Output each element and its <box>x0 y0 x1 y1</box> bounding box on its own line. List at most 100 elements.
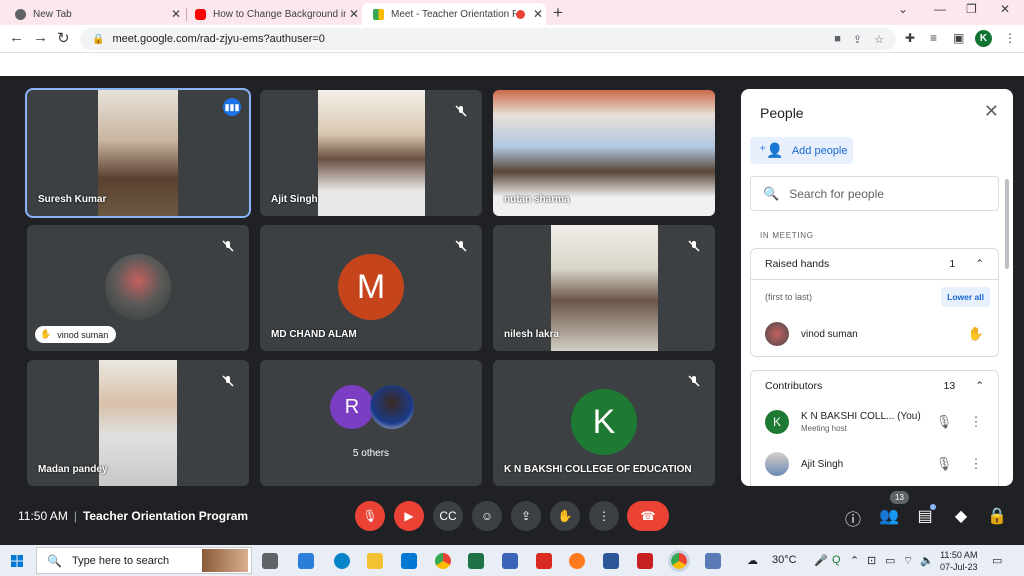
new-tab-button[interactable]: + <box>553 3 563 23</box>
scrollbar[interactable] <box>1005 179 1009 269</box>
battery-icon[interactable]: ▭ <box>885 554 895 567</box>
extensions-icon[interactable]: ✚ <box>905 31 915 45</box>
host-controls-icon[interactable]: 🔒 <box>987 506 1007 526</box>
activities-icon[interactable]: ◆ <box>951 506 971 526</box>
chrome-icon[interactable] <box>435 553 451 569</box>
acrobat-icon[interactable] <box>536 553 552 569</box>
taskbar-clock[interactable]: 11:50 AM 07-Jul-23 <box>940 549 978 573</box>
file-explorer-icon[interactable] <box>367 553 383 569</box>
participant-avatar <box>105 254 171 320</box>
search-icon: 🔍 <box>47 553 62 568</box>
chevron-up-icon: ⌃ <box>975 258 984 270</box>
sidebar-icon[interactable]: ▣ <box>953 31 964 45</box>
tab-search-icon[interactable]: ⌄ <box>898 2 908 16</box>
menu-icon[interactable]: ⋮ <box>1004 31 1016 45</box>
meeting-time: 11:50 AM <box>18 509 68 523</box>
search-icon: 🔍 <box>763 185 780 201</box>
participant-tile[interactable]: ▮▮▮ Suresh Kumar <box>25 88 251 218</box>
more-options-icon[interactable]: ⋮ <box>964 456 988 472</box>
star-icon[interactable]: ☆ <box>874 33 884 46</box>
lower-all-button[interactable]: Lower all <box>941 286 990 307</box>
word-icon[interactable] <box>603 553 619 569</box>
wps-icon[interactable] <box>637 553 653 569</box>
more-options-icon[interactable]: ⋮ <box>964 414 988 430</box>
firefox-icon[interactable] <box>569 553 585 569</box>
volume-icon[interactable]: 🔈 <box>920 554 934 567</box>
media-icon[interactable]: ≡ <box>930 31 937 45</box>
share-icon[interactable]: ⇪ <box>853 33 862 46</box>
app-icon[interactable] <box>502 553 518 569</box>
participant-tile[interactable]: Madan pandey <box>27 360 249 486</box>
excel-icon[interactable] <box>468 553 484 569</box>
hand-icon[interactable]: ✋ <box>964 326 988 342</box>
section-count: 1 <box>949 258 956 270</box>
raised-order-row: (first to last) Lower all <box>751 279 998 313</box>
close-tab-icon[interactable]: ✕ <box>346 7 362 21</box>
cloud-icon: ☁ <box>747 555 758 567</box>
raised-hand-badge: ✋ vinod suman <box>35 326 117 343</box>
panel-title: People <box>760 105 804 121</box>
participant-tile[interactable]: ✋ vinod suman <box>27 225 249 351</box>
section-count: 13 <box>943 380 956 392</box>
windows-start-icon[interactable] <box>11 555 23 567</box>
mic-toggle-button[interactable]: 🎙 <box>355 501 385 531</box>
close-icon[interactable]: ✕ <box>984 101 999 122</box>
raised-hands-header[interactable]: Raised hands 1 ⌃ <box>751 249 998 279</box>
contributors-header[interactable]: Contributors 13 ⌃ <box>751 371 998 401</box>
minimize-icon[interactable]: — <box>934 2 946 16</box>
close-tab-icon[interactable]: ✕ <box>530 7 546 21</box>
search-people-input[interactable]: 🔍 Search for people <box>750 176 999 211</box>
youtube-icon <box>195 8 206 20</box>
tray-app-icon[interactable]: Q <box>832 554 841 566</box>
globe-icon <box>15 8 26 20</box>
weather-temp[interactable]: 30°C <box>772 554 797 566</box>
tab-new-tab[interactable]: New Tab ✕ <box>0 3 184 25</box>
list-item[interactable]: Ajit Singh 🎙 ⋮ <box>751 443 998 485</box>
participant-tile[interactable]: K K N BAKSHI COLLEGE OF EDUCATION <box>493 360 715 486</box>
lock-icon: 🔒 <box>92 33 105 45</box>
participant-tile[interactable]: M MD CHAND ALAM <box>260 225 482 351</box>
leave-call-button[interactable]: ☎ <box>627 501 669 531</box>
taskbar-search-input[interactable]: 🔍 Type here to search <box>36 547 252 574</box>
wifi-icon[interactable]: ⌔ <box>903 554 913 568</box>
add-people-button[interactable]: ⁺👤 Add people <box>750 137 853 164</box>
emoji-button[interactable]: ☺ <box>472 501 502 531</box>
search-highlight-image <box>202 549 248 572</box>
store-icon[interactable] <box>401 553 417 569</box>
captions-button[interactable]: CC <box>433 501 463 531</box>
participant-tile[interactable]: nutan sharma <box>493 90 715 216</box>
edge-icon[interactable] <box>334 553 350 569</box>
raise-hand-button[interactable]: ✋ <box>550 501 580 531</box>
participant-tile[interactable]: nilesh lakra <box>493 225 715 351</box>
list-item[interactable]: vinod suman ✋ <box>751 313 998 355</box>
others-tile[interactable]: R 5 others <box>260 360 482 486</box>
meeting-details-icon[interactable]: ⓘ <box>843 506 863 530</box>
restore-icon[interactable]: ❐ <box>966 2 977 16</box>
address-bar[interactable]: 🔒 meet.google.com/rad-zjyu-ems?authuser=… <box>80 28 896 50</box>
chevron-up-icon: ⌃ <box>975 380 984 392</box>
url-text: meet.google.com/rad-zjyu-ems?authuser=0 <box>112 33 325 45</box>
back-icon[interactable]: ← <box>9 29 24 46</box>
more-options-button[interactable]: ⋮ <box>589 501 619 531</box>
forward-icon[interactable]: → <box>33 29 48 46</box>
tab-meet[interactable]: Meet - Teacher Orientation P ✕ <box>362 3 546 25</box>
list-item[interactable]: K K N BAKSHI COLL... (You) Meeting host … <box>751 401 998 443</box>
in-meeting-heading: IN MEETING <box>760 231 814 240</box>
camera-toggle-button[interactable]: ▶ <box>394 501 424 531</box>
mic-off-icon <box>455 105 467 117</box>
participant-tile[interactable]: Ajit Singh <box>260 90 482 216</box>
network-icon[interactable]: ⊡ <box>867 554 876 567</box>
people-icon[interactable]: 👥 <box>879 506 899 526</box>
present-button[interactable]: ⇪ <box>511 501 541 531</box>
camera-icon[interactable]: ■ <box>834 33 841 45</box>
close-window-icon[interactable]: ✕ <box>1000 2 1010 16</box>
notification-icon[interactable]: ▭ <box>992 554 1002 567</box>
tab-youtube[interactable]: How to Change Background in G ✕ <box>180 3 362 25</box>
app-icon[interactable] <box>298 553 314 569</box>
chrome-active-icon[interactable] <box>668 550 690 572</box>
reload-icon[interactable]: ↻ <box>57 29 70 47</box>
profile-avatar[interactable]: K <box>975 30 992 47</box>
chevron-up-icon[interactable]: ⌃ <box>850 554 859 567</box>
camera-app-icon[interactable] <box>705 553 721 569</box>
task-view-icon[interactable] <box>262 553 278 569</box>
